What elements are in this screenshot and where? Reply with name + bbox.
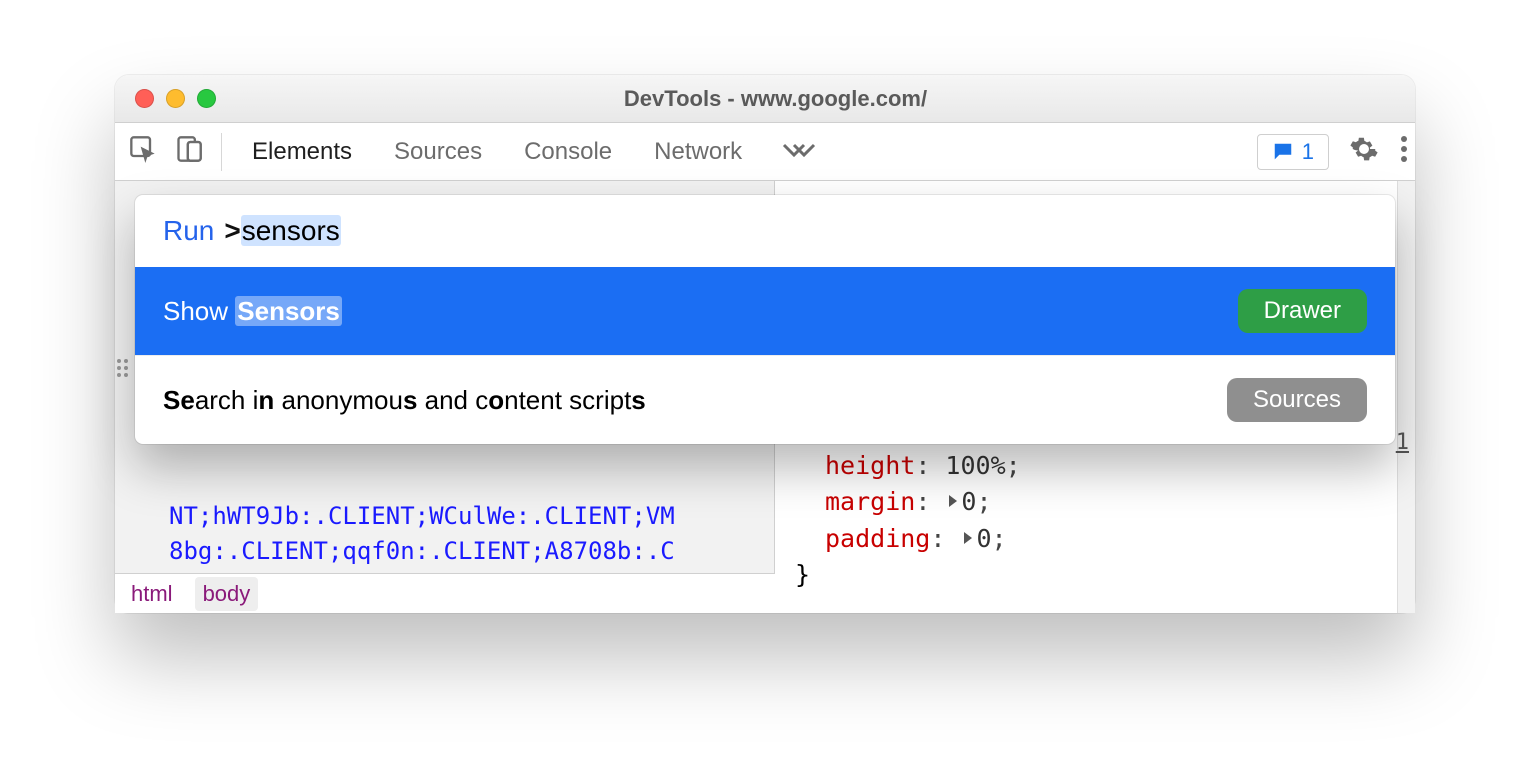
command-item-tag: Drawer xyxy=(1238,289,1367,333)
command-query: sensors xyxy=(241,215,341,247)
tab-sources[interactable]: Sources xyxy=(394,123,482,180)
more-options-icon[interactable] xyxy=(1399,134,1409,169)
tab-console[interactable]: Console xyxy=(524,123,612,180)
settings-icon[interactable] xyxy=(1349,134,1379,169)
command-caret: > xyxy=(224,215,240,247)
device-toolbar-icon[interactable] xyxy=(175,135,203,168)
command-menu: Run > sensors Show Sensors Drawer Search i… xyxy=(135,195,1395,444)
issues-count: 1 xyxy=(1302,139,1314,165)
main-toolbar: Elements Sources Console Network 1 xyxy=(115,123,1415,181)
dom-snippet: NT;hWT9Jb:.CLIENT;WCulWe:.CLIENT;VM 8bg:… xyxy=(169,499,768,569)
command-item-0[interactable]: Show Sensors Drawer xyxy=(135,267,1395,355)
issues-badge[interactable]: 1 xyxy=(1257,134,1329,170)
window-controls xyxy=(135,89,216,108)
command-prefix: Run xyxy=(163,215,214,247)
window-title: DevTools - www.google.com/ xyxy=(216,86,1415,112)
command-item-tag: Sources xyxy=(1227,378,1367,422)
breadcrumb-html[interactable]: html xyxy=(131,581,173,607)
titlebar: DevTools - www.google.com/ xyxy=(115,75,1415,123)
panel-tabs: Elements Sources Console Network xyxy=(252,123,742,180)
css-rule: height: 100%;margin: 0;padding: 0;} xyxy=(825,448,1021,593)
command-item-1[interactable]: Search in anonymous and content scripts S… xyxy=(135,355,1395,444)
tab-elements[interactable]: Elements xyxy=(252,123,352,180)
command-item-label: Show Sensors xyxy=(163,296,342,327)
tab-network[interactable]: Network xyxy=(654,123,742,180)
command-item-label: Search in anonymous and content scripts xyxy=(163,385,646,416)
minimize-window-button[interactable] xyxy=(166,89,185,108)
close-window-button[interactable] xyxy=(135,89,154,108)
zoom-window-button[interactable] xyxy=(197,89,216,108)
breadcrumb: html body xyxy=(115,573,775,613)
more-tabs-icon[interactable] xyxy=(782,143,816,161)
breadcrumb-body[interactable]: body xyxy=(195,577,259,611)
devtools-window: DevTools - www.google.com/ Elements Sour… xyxy=(115,75,1415,613)
inspect-element-icon[interactable] xyxy=(129,135,157,168)
drag-handle-icon[interactable] xyxy=(115,353,129,383)
command-input-row[interactable]: Run > sensors xyxy=(135,195,1395,267)
